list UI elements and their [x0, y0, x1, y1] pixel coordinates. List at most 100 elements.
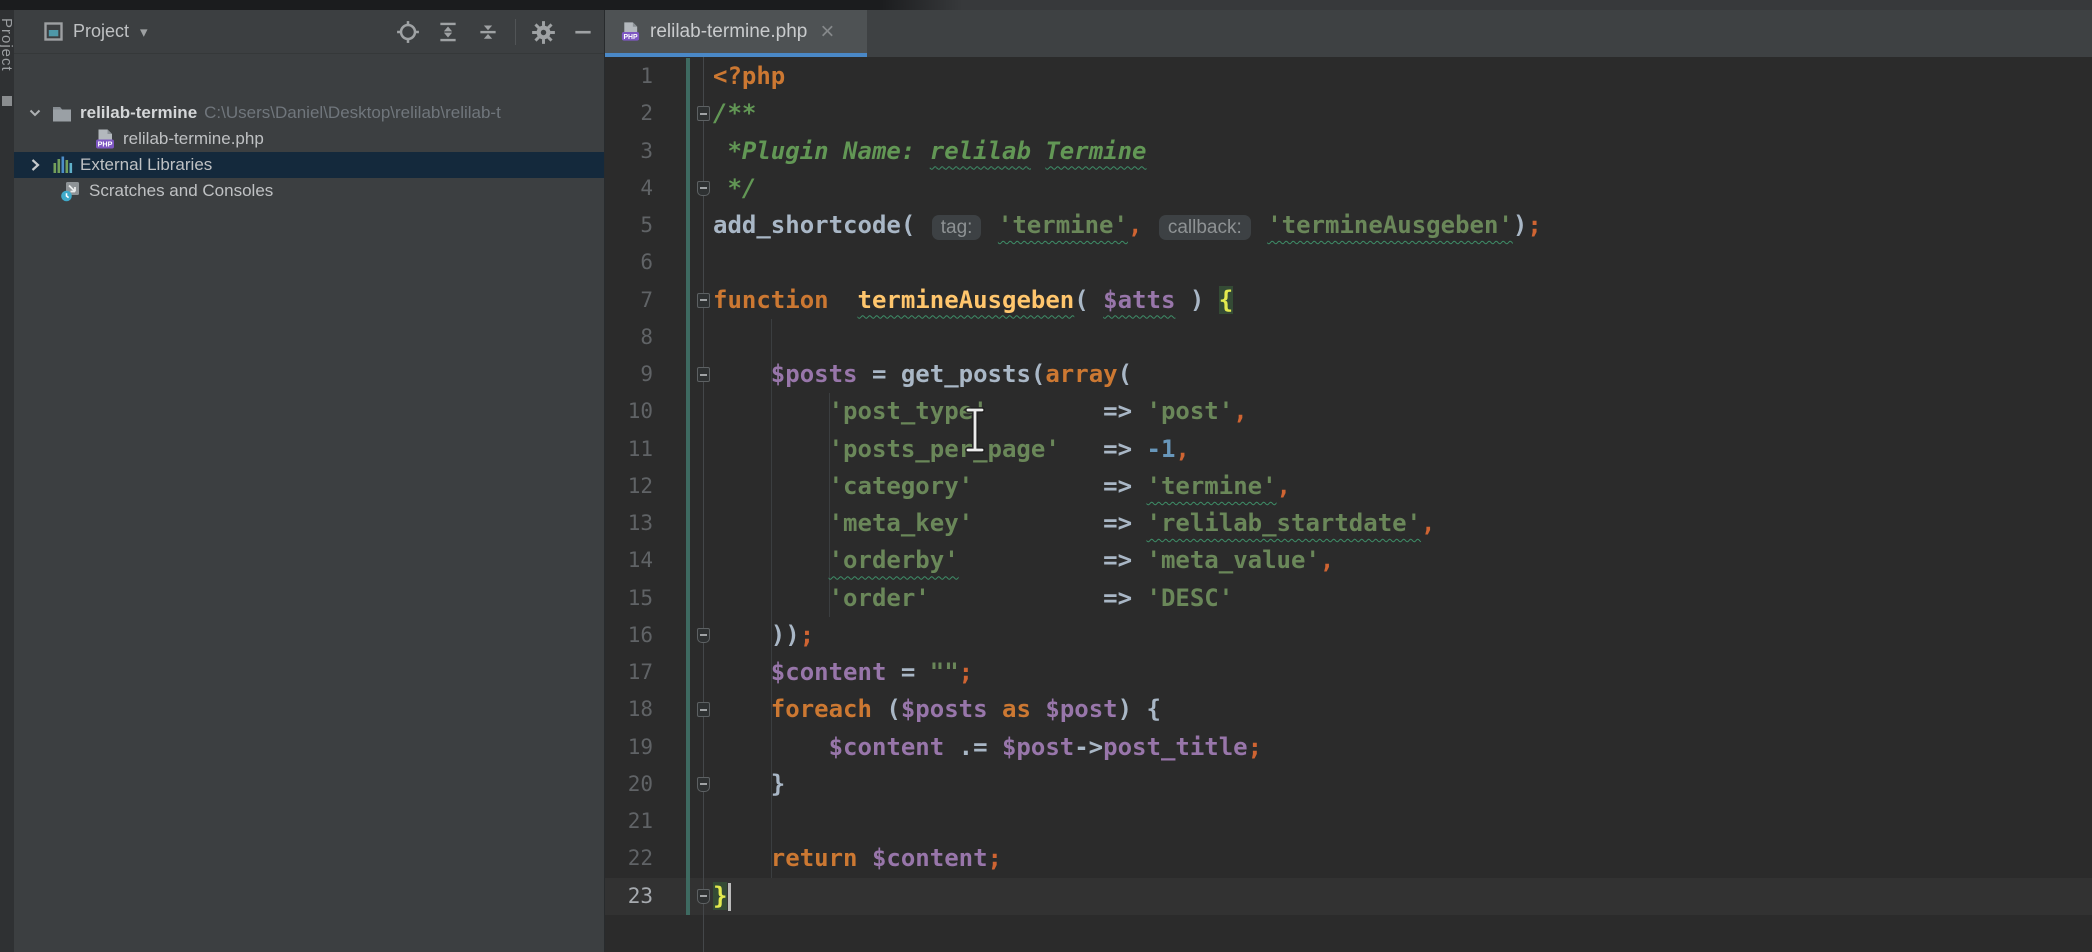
code-line[interactable]: $content .= $post->post_title; [713, 729, 2092, 766]
line-number[interactable]: 22 [605, 840, 653, 877]
code-line[interactable] [713, 803, 2092, 840]
code-line[interactable] [713, 319, 2092, 356]
window-top-edge [0, 0, 2092, 10]
code-line[interactable]: */ [713, 170, 2092, 207]
project-panel-header: Project ▾ [14, 10, 604, 54]
fold-marker[interactable] [697, 702, 710, 717]
line-number[interactable]: 18 [605, 691, 653, 728]
settings-gear-icon[interactable] [530, 19, 556, 45]
svg-text:PHP: PHP [98, 140, 113, 149]
line-number[interactable]: 19 [605, 729, 653, 766]
code-line[interactable]: 'posts_per_page' => -1, [713, 431, 2092, 468]
line-number[interactable]: 16 [605, 617, 653, 654]
editor-body[interactable]: 1234567891011121314151617181920212223 <?… [605, 57, 2092, 952]
collapse-all-icon[interactable] [475, 19, 501, 45]
fold-marker[interactable] [697, 628, 710, 643]
chevron-down-icon[interactable]: ▾ [140, 23, 148, 41]
code-line[interactable]: 'orderby' => 'meta_value', [713, 542, 2092, 579]
fold-marker[interactable] [697, 777, 710, 792]
line-number[interactable]: 6 [605, 244, 653, 281]
mouse-ibeam-cursor [961, 405, 989, 460]
line-number[interactable]: 14 [605, 542, 653, 579]
chevron-down-icon[interactable] [26, 104, 44, 122]
line-number[interactable]: 21 [605, 803, 653, 840]
fold-marker[interactable] [697, 367, 710, 382]
project-toolwindow-icon [42, 22, 64, 41]
tree-row-project-root[interactable]: relilab-termine C:\Users\Daniel\Desktop\… [14, 100, 604, 126]
line-number[interactable]: 10 [605, 393, 653, 430]
tab-title[interactable]: relilab-termine.php [650, 21, 807, 43]
text-caret [728, 883, 731, 911]
vcs-added-lines-stripe [686, 58, 690, 915]
line-number[interactable]: 3 [605, 133, 653, 170]
tree-item-label[interactable]: relilab-termine [80, 103, 197, 123]
hide-panel-icon[interactable] [570, 19, 596, 45]
project-panel-title[interactable]: Project [73, 21, 129, 42]
tree-row-scratches[interactable]: Scratches and Consoles [14, 178, 604, 204]
project-tree: relilab-termine C:\Users\Daniel\Desktop\… [14, 54, 604, 952]
fold-marker[interactable] [697, 181, 710, 196]
locate-file-icon[interactable] [395, 19, 421, 45]
line-number[interactable]: 8 [605, 319, 653, 356]
editor-tab-bar: PHP relilab-termine.php × [605, 10, 2092, 57]
tool-stripe-icon[interactable] [2, 96, 12, 106]
chevron-right-icon[interactable] [26, 156, 44, 174]
editor-area: PHP relilab-termine.php × 12345678910111… [605, 10, 2092, 952]
code-line[interactable]: <?php [713, 58, 2092, 95]
expand-all-icon[interactable] [435, 19, 461, 45]
tree-item-label[interactable]: External Libraries [80, 155, 212, 175]
code-line[interactable]: return $content; [713, 840, 2092, 877]
code-line[interactable]: } [713, 878, 2092, 915]
code-line[interactable]: $content = ""; [713, 654, 2092, 691]
fold-marker[interactable] [697, 889, 710, 904]
tree-row-php-file[interactable]: PHP relilab-termine.php [14, 126, 604, 152]
line-number[interactable]: 23 [605, 878, 653, 915]
tree-item-path: C:\Users\Daniel\Desktop\relilab\relilab-… [204, 103, 501, 123]
tool-window-stripe: Project [0, 10, 14, 952]
line-number[interactable]: 15 [605, 580, 653, 617]
code-line[interactable]: 'category' => 'termine', [713, 468, 2092, 505]
tree-item-label[interactable]: Scratches and Consoles [89, 181, 273, 201]
code-line[interactable]: /** [713, 95, 2092, 132]
project-stripe-button[interactable]: Project [0, 18, 15, 72]
line-number[interactable]: 11 [605, 431, 653, 468]
code-line[interactable]: add_shortcode( tag: 'termine', callback:… [713, 207, 2092, 244]
code-line[interactable]: *Plugin Name: relilab Termine [713, 133, 2092, 170]
fold-marker[interactable] [697, 106, 710, 121]
code-line[interactable]: $posts = get_posts(array( [713, 356, 2092, 393]
line-number[interactable]: 17 [605, 654, 653, 691]
editor-tab[interactable]: PHP relilab-termine.php × [605, 10, 867, 57]
svg-text:PHP: PHP [623, 34, 638, 41]
scratches-icon [60, 180, 82, 202]
code-lines[interactable]: <?php/** *Plugin Name: relilab Termine *… [713, 58, 2092, 915]
php-file-icon: PHP [94, 128, 116, 150]
code-line[interactable] [713, 244, 2092, 281]
code-line[interactable]: 'order' => 'DESC' [713, 580, 2092, 617]
ide-window: Project Project ▾ [0, 0, 2092, 952]
line-number[interactable]: 7 [605, 282, 653, 319]
code-line[interactable]: 'post_type' => 'post', [713, 393, 2092, 430]
line-number[interactable]: 20 [605, 766, 653, 803]
code-line[interactable]: } [713, 766, 2092, 803]
tree-row-external-libraries[interactable]: External Libraries [14, 152, 604, 178]
gutter-numbers[interactable]: 1234567891011121314151617181920212223 [605, 58, 653, 915]
code-line[interactable]: 'meta_key' => 'relilab_startdate', [713, 505, 2092, 542]
code-line[interactable]: foreach ($posts as $post) { [713, 691, 2092, 728]
project-panel: Project ▾ [14, 10, 605, 952]
header-separator [515, 19, 516, 45]
line-number[interactable]: 13 [605, 505, 653, 542]
folder-icon [51, 105, 73, 122]
line-number[interactable]: 4 [605, 170, 653, 207]
libraries-icon [51, 155, 73, 175]
line-number[interactable]: 9 [605, 356, 653, 393]
line-number[interactable]: 1 [605, 58, 653, 95]
line-number[interactable]: 2 [605, 95, 653, 132]
fold-marker[interactable] [697, 293, 710, 308]
line-number[interactable]: 12 [605, 468, 653, 505]
php-file-icon: PHP [619, 21, 641, 42]
tab-close-icon[interactable]: × [820, 20, 834, 44]
code-line[interactable]: )); [713, 617, 2092, 654]
code-line[interactable]: function termineAusgeben( $atts ) { [713, 282, 2092, 319]
line-number[interactable]: 5 [605, 207, 653, 244]
tree-item-label[interactable]: relilab-termine.php [123, 129, 264, 149]
